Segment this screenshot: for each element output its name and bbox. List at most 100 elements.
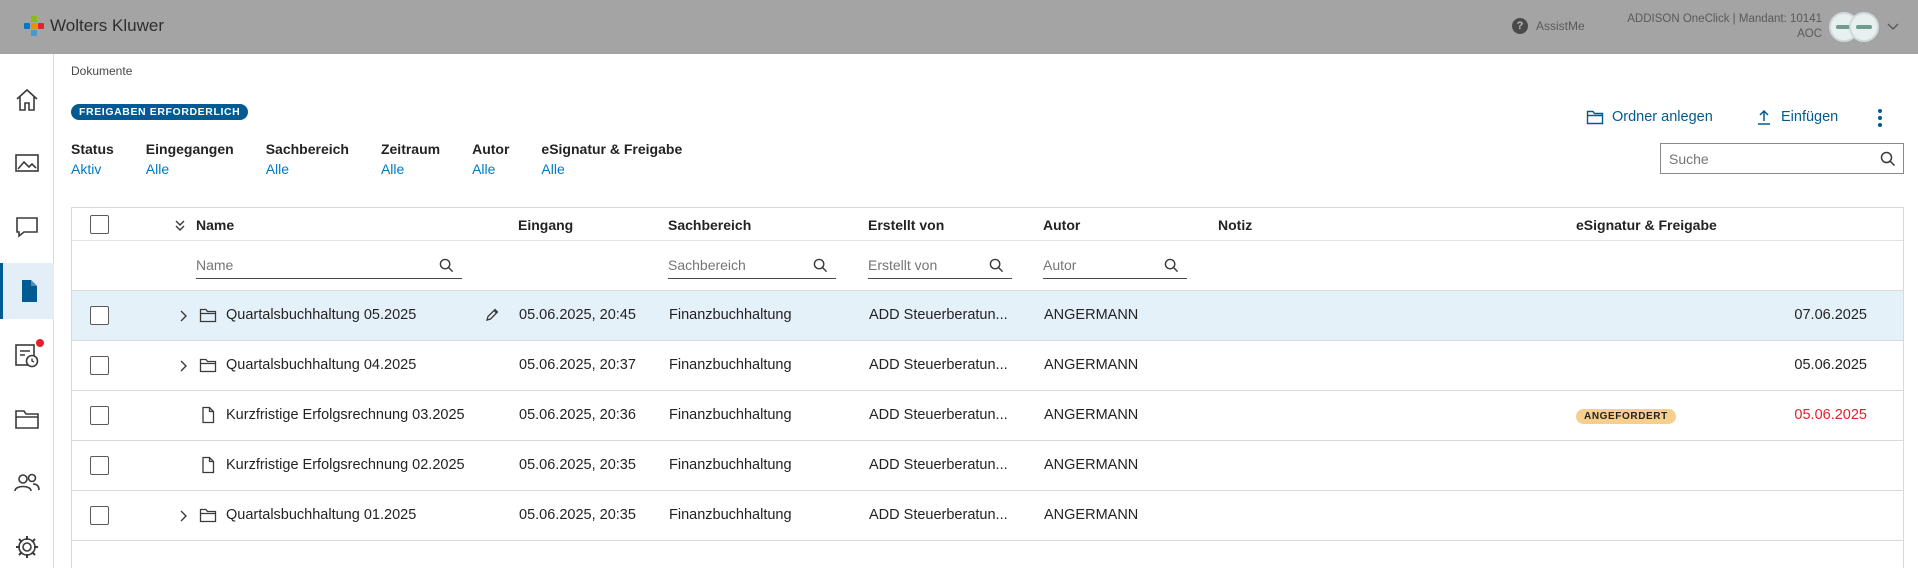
sidebar-item-home[interactable] [0,72,54,128]
new-folder-button[interactable]: Ordner anlegen [1586,108,1713,126]
search-icon[interactable] [1164,258,1179,273]
chevron-right-icon[interactable] [175,308,191,324]
avatar[interactable] [1829,12,1879,42]
sidebar-item-users[interactable] [0,455,54,511]
row-checkbox[interactable] [90,306,109,325]
search-icon[interactable] [439,258,454,273]
filter-value[interactable]: Alle [146,161,234,177]
row-autor: ANGERMANN [1044,307,1139,323]
row-checkbox[interactable] [90,506,109,525]
row-autor: ANGERMANN [1044,507,1139,523]
folder-icon [1586,110,1604,125]
filter-label: Eingegangen [145,141,234,157]
column-header-autor[interactable]: Autor [1043,217,1080,233]
row-name[interactable]: Quartalsbuchhaltung 04.2025 [226,357,416,373]
filter-value[interactable]: Alle [472,161,509,177]
name-filter [196,252,462,279]
document-icon [21,280,37,302]
table-row[interactable]: Quartalsbuchhaltung 05.2025 05.06.2025, … [72,291,1903,341]
sidebar-item-images[interactable] [0,135,54,191]
column-header-notiz[interactable]: Notiz [1218,217,1252,233]
gear-icon [16,536,38,558]
column-header-name[interactable]: Name [196,217,234,233]
row-checkbox[interactable] [90,356,109,375]
search-icon[interactable] [1880,151,1896,167]
row-name[interactable]: Kurzfristige Erfolgsrechnung 02.2025 [226,457,465,473]
autor-filter [1043,252,1187,279]
sidebar [0,54,54,568]
row-name[interactable]: Quartalsbuchhaltung 01.2025 [226,507,416,523]
table-row[interactable]: Kurzfristige Erfolgsrechnung 03.2025 05.… [72,391,1903,441]
filter-zeitraum[interactable]: Zeitraum Alle [381,141,440,177]
select-all-checkbox[interactable] [90,215,109,234]
wolters-kluwer-logo-icon [24,16,44,36]
row-name[interactable]: Kurzfristige Erfolgsrechnung 03.2025 [226,407,465,423]
mandant-line: ADDISON OneClick | Mandant: 10141 [1627,13,1822,25]
column-header-eingang[interactable]: Eingang [518,217,573,233]
row-erstellt-von: ADD Steuerberatun... [869,507,1008,523]
filter-status[interactable]: Status Aktiv [71,141,114,177]
row-erstellt-von: ADD Steuerberatun... [869,407,1008,423]
folder-icon [199,308,217,323]
more-options-icon[interactable] [1874,108,1886,128]
row-eingang: 05.06.2025, 20:37 [519,357,636,373]
chat-icon [16,217,38,238]
filter-value[interactable]: Alle [381,161,440,177]
row-sachbereich: Finanzbuchhaltung [669,307,792,323]
sidebar-item-messages[interactable] [0,199,54,255]
insert-button[interactable]: Einfügen [1755,108,1838,126]
column-header-esignatur[interactable]: eSignatur & Freigabe [1576,217,1717,233]
edit-icon[interactable] [484,307,500,323]
row-erstellt-von: ADD Steuerberatun... [869,307,1008,323]
documents-table: Name Eingang Sachbereich Erstellt von Au… [71,207,1904,568]
filter-value[interactable]: Aktiv [71,161,114,177]
column-header-sachbereich[interactable]: Sachbereich [668,217,751,233]
breadcrumb[interactable]: Dokumente [71,64,132,78]
filter-autor[interactable]: Autor Alle [472,141,509,177]
assistme-button[interactable]: ? AssistMe [1512,18,1585,34]
row-name[interactable]: Quartalsbuchhaltung 05.2025 [226,307,416,323]
filter-label: Sachbereich [265,141,349,157]
column-header-erstellt-von[interactable]: Erstellt von [868,217,944,233]
chevron-right-icon[interactable] [175,358,191,374]
row-erstellt-von: ADD Steuerberatun... [869,357,1008,373]
row-checkbox[interactable] [90,406,109,425]
mandant-code: AOC [1797,28,1822,40]
sidebar-item-documents[interactable] [0,263,54,319]
sidebar-item-tasks[interactable] [0,327,54,383]
filter-value[interactable]: Alle [266,161,349,177]
filter-eingegangen[interactable]: Eingegangen Alle [146,141,234,177]
mandant-info[interactable]: ADDISON OneClick | Mandant: 10141 AOC [1627,12,1822,42]
filter-bar: Status Aktiv Eingegangen Alle Sachbereic… [71,141,714,177]
filter-sachbereich[interactable]: Sachbereich Alle [266,141,349,177]
chevron-right-icon[interactable] [175,508,191,524]
status-badge[interactable]: FREIGABEN ERFORDERLICH [71,104,249,120]
chevron-down-icon[interactable] [1885,18,1901,34]
search-input[interactable] [1661,144,1861,173]
filter-value[interactable]: Alle [541,161,682,177]
sidebar-item-settings[interactable] [0,519,54,575]
folder-icon [199,508,217,523]
expand-all-icon[interactable] [172,217,188,233]
sidebar-item-folders[interactable] [0,391,54,447]
name-filter-input[interactable] [196,252,462,278]
filter-label: Status [71,141,114,157]
table-row[interactable]: Quartalsbuchhaltung 04.2025 05.06.2025, … [72,341,1903,391]
row-checkbox[interactable] [90,456,109,475]
row-autor: ANGERMANN [1044,357,1139,373]
search-icon[interactable] [813,258,828,273]
row-erstellt-von: ADD Steuerberatun... [869,457,1008,473]
row-sachbereich: Finanzbuchhaltung [669,457,792,473]
row-date: 05.06.2025 [1794,357,1867,373]
row-eingang: 05.06.2025, 20:35 [519,457,636,473]
file-icon [202,406,215,424]
search-icon[interactable] [989,258,1004,273]
table-row[interactable]: Kurzfristige Erfolgsrechnung 02.2025 05.… [72,441,1903,491]
folder-icon [15,410,39,429]
avatar-badge-icon [1849,12,1879,42]
sachbereich-filter-input[interactable] [668,252,836,278]
table-row[interactable]: Quartalsbuchhaltung 01.2025 05.06.2025, … [72,491,1903,541]
brand-logo[interactable]: Wolters Kluwer [24,16,164,36]
filter-esignatur[interactable]: eSignatur & Freigabe Alle [541,141,682,177]
filter-row [72,241,1903,291]
